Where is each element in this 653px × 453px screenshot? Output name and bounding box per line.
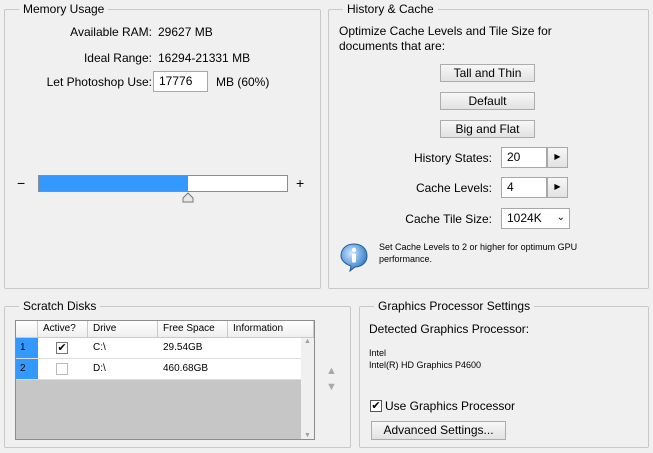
checkmark-icon: ✔ (57, 342, 67, 354)
available-ram-label: Available RAM: (70, 25, 152, 39)
history-states-label: History States: (413, 151, 492, 165)
cache-levels-stepper[interactable]: ▶ (547, 177, 568, 198)
let-photoshop-use-input[interactable]: 17776 (153, 71, 208, 92)
table-row[interactable]: 1 ✔ C:\ 29.54GB (16, 338, 314, 359)
scratch-disks-group: Scratch Disks Active? Drive Free Space I… (4, 298, 351, 448)
move-down-icon[interactable]: ▼ (326, 381, 337, 393)
cache-tile-size-value: 1024K (507, 211, 542, 225)
default-button[interactable]: Default (440, 92, 535, 110)
detected-gpu-label: Detected Graphics Processor: (369, 322, 530, 336)
cache-levels-label: Cache Levels: (415, 181, 492, 195)
let-photoshop-use-suffix: MB (60%) (216, 75, 270, 89)
graphics-processor-title: Graphics Processor Settings (374, 298, 535, 314)
free-space-cell: 460.68GB (163, 363, 209, 374)
scroll-down-icon[interactable]: ▼ (301, 432, 314, 439)
big-and-flat-button[interactable]: Big and Flat (440, 120, 535, 138)
active-checkbox[interactable] (56, 363, 68, 375)
column-header-active: Active? (38, 321, 88, 338)
history-states-input[interactable]: 20 (501, 147, 547, 168)
arrow-right-icon: ▶ (554, 152, 561, 161)
memory-usage-title: Memory Usage (19, 1, 109, 17)
tall-and-thin-button[interactable]: Tall and Thin (440, 64, 535, 82)
cache-optimize-description: Optimize Cache Levels and Tile Size for … (339, 24, 552, 53)
graphics-processor-group: Graphics Processor Settings Detected Gra… (359, 298, 649, 448)
use-gpu-checkbox[interactable]: ✔ (370, 400, 382, 412)
move-up-icon[interactable]: ▲ (326, 365, 337, 377)
gpu-cache-note: Set Cache Levels to 2 or higher for opti… (379, 242, 578, 264)
history-cache-title: History & Cache (343, 1, 438, 17)
gpu-model: Intel(R) HD Graphics P4600 (369, 360, 482, 370)
cache-tile-size-select[interactable]: 1024K ⌄ (501, 208, 570, 229)
decrease-memory-button[interactable]: − (17, 175, 25, 191)
increase-memory-button[interactable]: + (296, 175, 304, 191)
checkmark-icon: ✔ (371, 400, 381, 412)
history-cache-group: History & Cache Optimize Cache Levels an… (328, 1, 649, 289)
memory-slider-track[interactable] (38, 175, 288, 192)
drive-cell: D:\ (93, 363, 106, 374)
advanced-settings-button[interactable]: Advanced Settings... (371, 421, 506, 440)
cache-levels-input[interactable]: 4 (501, 177, 547, 198)
cache-tile-size-label: Cache Tile Size: (405, 212, 492, 226)
free-space-cell: 29.54GB (163, 342, 203, 353)
column-header-drive: Drive (88, 321, 158, 338)
use-gpu-label[interactable]: Use Graphics Processor (385, 398, 515, 414)
scratch-disks-table: Active? Drive Free Space Information 1 ✔… (15, 320, 315, 440)
ideal-range-value: 16294-21331 MB (158, 51, 251, 65)
row-number-text: 1 (20, 342, 26, 353)
column-header-number (16, 321, 38, 338)
history-states-stepper[interactable]: ▶ (547, 147, 568, 168)
chevron-down-icon: ⌄ (556, 212, 565, 223)
row-number-text: 2 (20, 363, 26, 374)
active-checkbox[interactable]: ✔ (56, 342, 68, 354)
scratch-disks-title: Scratch Disks (19, 298, 101, 314)
table-row[interactable]: 2 D:\ 460.68GB (16, 359, 314, 380)
scroll-up-icon[interactable]: ▲ (301, 338, 314, 345)
column-header-information: Information (228, 321, 314, 338)
vertical-scrollbar[interactable]: ▲ ▼ (301, 338, 314, 439)
available-ram-value: 29627 MB (158, 25, 213, 39)
arrow-right-icon: ▶ (554, 182, 561, 191)
drive-cell: C:\ (93, 342, 106, 353)
let-photoshop-use-label: Let Photoshop Use: (46, 75, 152, 89)
memory-slider-thumb[interactable] (182, 192, 194, 204)
column-header-free-space: Free Space (158, 321, 228, 338)
info-icon (339, 242, 369, 273)
memory-usage-group: Memory Usage Available RAM: 29627 MB Ide… (4, 1, 321, 289)
memory-slider-fill (39, 176, 188, 191)
ideal-range-label: Ideal Range: (83, 51, 152, 65)
